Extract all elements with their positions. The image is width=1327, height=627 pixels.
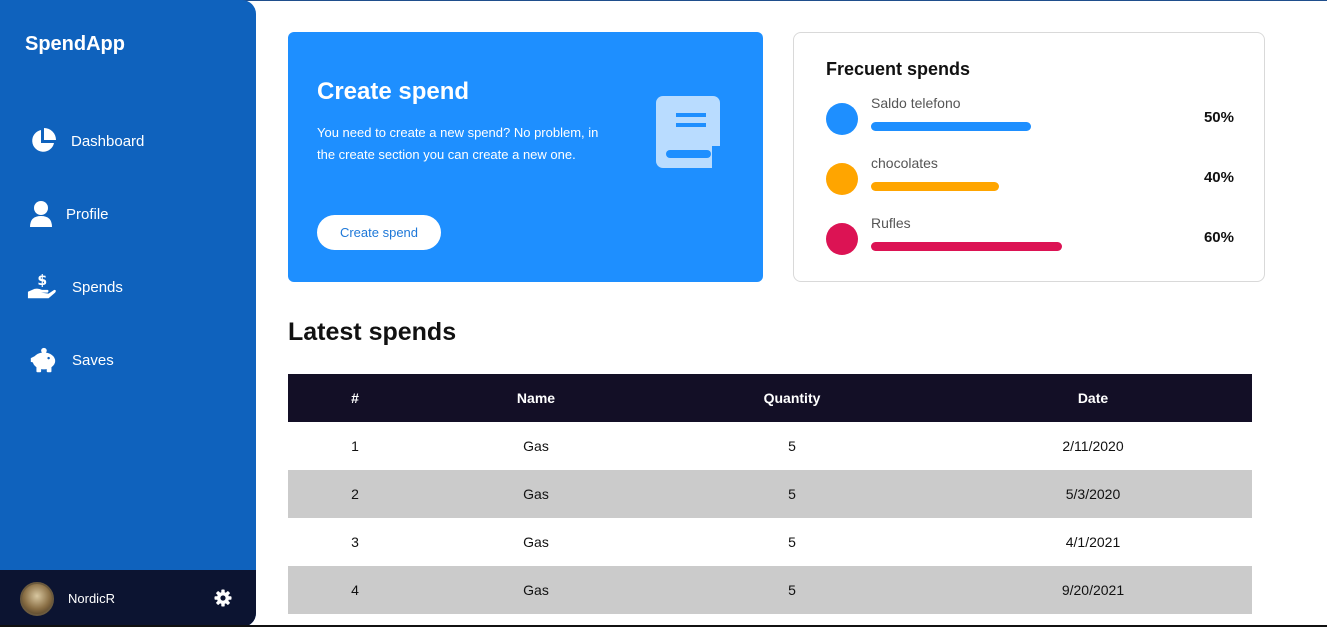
create-spend-card: Create spend You need to create a new sp… [288,32,763,282]
create-spend-button[interactable]: Create spend [317,215,441,250]
cell-name: Gas [523,534,549,550]
frequent-spend-name: Rufles [871,215,911,231]
sidebar: SpendApp Dashboard Profile $ Spends Save… [0,0,256,627]
frequent-spend-name: chocolates [871,155,938,171]
cell-date: 2/11/2020 [1062,438,1124,454]
table-row[interactable]: 3 Gas 5 4/1/2021 [288,518,1252,566]
latest-spends-table: # Name Quantity Date 1 Gas 5 2/11/2020 2… [288,374,1252,614]
cell-number: 4 [288,566,422,614]
user-bar: NordicR [0,570,256,627]
avatar[interactable] [20,582,54,616]
pie-chart-icon [28,126,58,156]
cell-quantity: 5 [788,534,796,550]
sidebar-item-label: Saves [72,351,114,369]
cell-number: 2 [288,470,422,518]
create-spend-title: Create spend [317,78,470,105]
frequent-spend-item: Saldo telefono 50% [794,95,1266,153]
cell-quantity: 5 [650,470,934,518]
latest-spends-title: Latest spends [288,318,457,346]
sidebar-item-profile[interactable]: Profile [0,194,256,234]
table-row[interactable]: 2 Gas 5 5/3/2020 [288,470,1252,518]
column-header-name[interactable]: Name [422,374,650,422]
table-row[interactable]: 1 Gas 5 2/11/2020 [288,422,1252,470]
category-dot [826,223,858,255]
frequent-spend-percent: 40% [1203,169,1234,186]
table-header-row: # Name Quantity Date [288,374,1252,422]
category-dot [826,103,858,135]
cell-quantity: 5 [650,566,934,614]
sidebar-item-spends[interactable]: $ Spends [0,267,256,307]
sidebar-item-label: Dashboard [71,132,145,150]
create-spend-description: You need to create a new spend? No probl… [317,125,599,162]
category-dot [826,163,858,195]
column-header-quantity[interactable]: Quantity [650,374,934,422]
table-row[interactable]: 4 Gas 5 9/20/2021 [288,566,1252,614]
username: NordicR [68,591,115,606]
frequent-spend-bar [871,242,1062,251]
piggy-bank-icon [28,345,58,375]
cell-number: 1 [351,438,359,454]
sidebar-item-saves[interactable]: Saves [0,340,256,380]
frequent-spend-item: Rufles 60% [794,215,1266,273]
frequent-spends-title: Frecuent spends [826,59,971,79]
user-icon [26,199,56,229]
column-header-number[interactable]: # [288,374,422,422]
sidebar-item-label: Spends [72,278,123,296]
cell-date: 9/20/2021 [934,566,1252,614]
frequent-spend-bar [871,182,999,191]
sidebar-item-label: Profile [66,205,109,223]
cell-name: Gas [422,470,650,518]
frequent-spend-name: Saldo telefono [871,95,961,111]
frequent-spend-item: chocolates 40% [794,155,1266,213]
frequent-spend-percent: 60% [1203,229,1234,246]
cell-number: 3 [351,534,359,550]
cell-date: 5/3/2020 [934,470,1252,518]
frequent-spends-card: Frecuent spends Saldo telefono 50% choco… [793,32,1265,282]
gear-icon[interactable] [213,588,233,608]
hand-dollar-icon: $ [27,272,57,302]
frequent-spend-bar [871,122,1031,131]
sidebar-item-dashboard[interactable]: Dashboard [0,121,256,161]
cell-name: Gas [523,438,549,454]
frequent-spend-percent: 50% [1203,109,1234,126]
cell-name: Gas [422,566,650,614]
book-icon [656,96,720,168]
svg-text:$: $ [37,273,47,289]
cell-date: 4/1/2021 [1065,534,1121,550]
cell-quantity: 5 [788,438,796,454]
app-logo: SpendApp [25,33,125,55]
column-header-date[interactable]: Date [934,374,1252,422]
